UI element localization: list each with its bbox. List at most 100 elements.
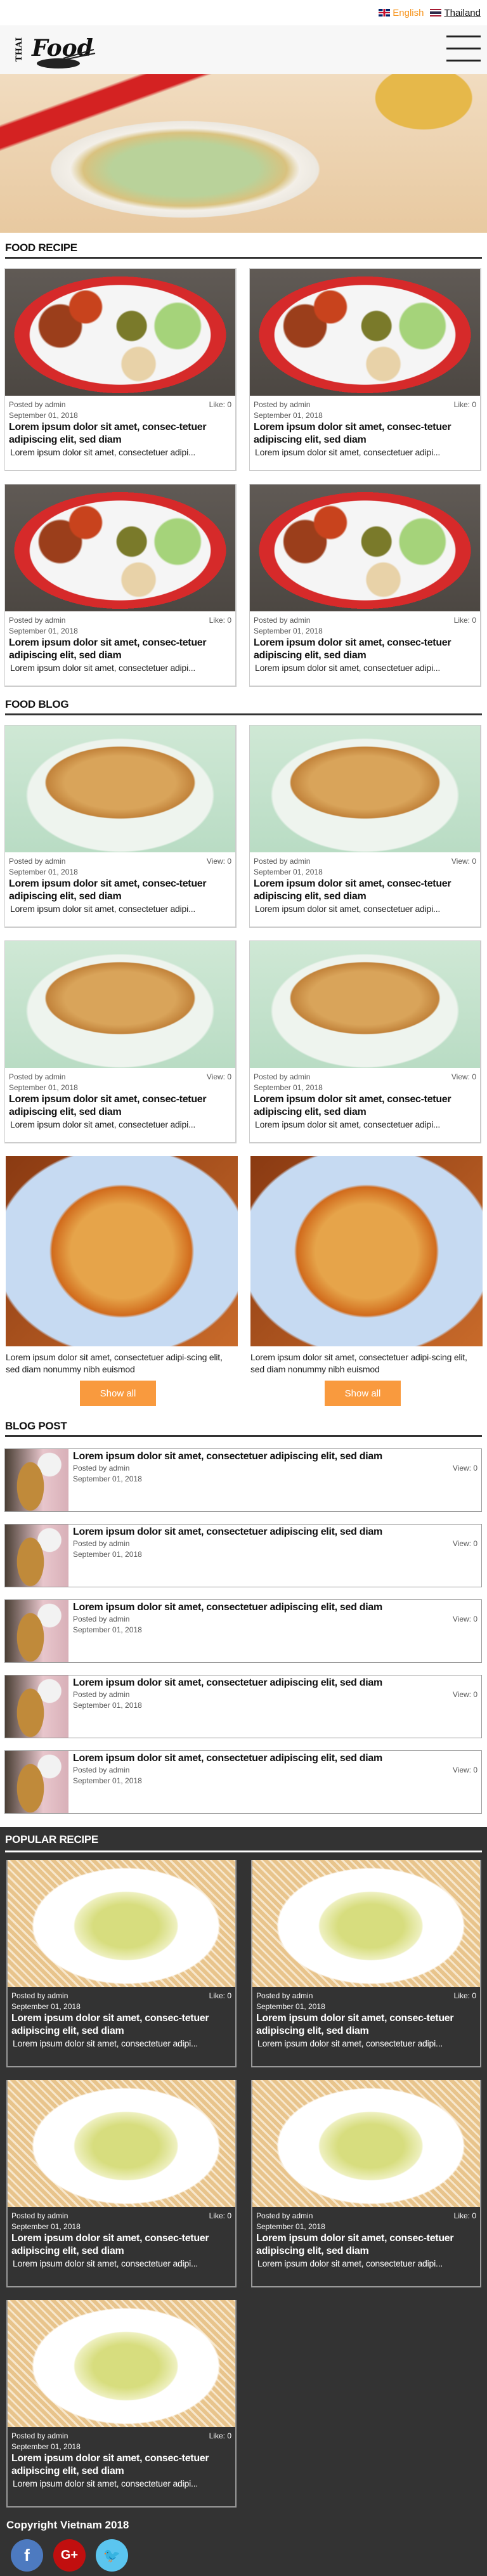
card-excerpt: Lorem ipsum dolor sit amet, consectetuer… bbox=[255, 663, 441, 673]
card-title[interactable]: Lorem ipsum dolor sit amet, consec-tetue… bbox=[254, 1093, 476, 1119]
post-thumbnail[interactable] bbox=[5, 1675, 68, 1738]
card-stat: View: 0 bbox=[451, 1072, 476, 1081]
recipe-card[interactable]: Posted by admin Like: 0 September 01, 201… bbox=[249, 268, 481, 471]
post-title[interactable]: Lorem ipsum dolor sit amet, consectetuer… bbox=[73, 1526, 477, 1538]
card-title[interactable]: Lorem ipsum dolor sit amet, consec-tetue… bbox=[9, 878, 231, 903]
card-image[interactable] bbox=[252, 2080, 480, 2207]
card-date: September 01, 2018 bbox=[254, 868, 323, 876]
featured-grid: Lorem ipsum dolor sit amet, consectetuer… bbox=[4, 1156, 487, 1406]
section-title-popular-recipe: POPULAR RECIPE bbox=[5, 1827, 482, 1852]
card-image[interactable] bbox=[8, 1860, 235, 1987]
post-views: View: 0 bbox=[452, 1539, 477, 1548]
uk-flag-icon bbox=[379, 9, 391, 16]
blog-card[interactable]: Posted by admin View: 0 September 01, 201… bbox=[4, 940, 237, 1143]
post-thumbnail[interactable] bbox=[5, 1600, 68, 1662]
blog-grid: Posted by admin View: 0 September 01, 201… bbox=[4, 725, 487, 1143]
card-title[interactable]: Lorem ipsum dolor sit amet, consec-tetue… bbox=[11, 2012, 231, 2038]
card-stat: Like: 0 bbox=[209, 616, 231, 625]
post-title[interactable]: Lorem ipsum dolor sit amet, consectetuer… bbox=[73, 1450, 477, 1463]
card-excerpt: Lorem ipsum dolor sit amet, consectetuer… bbox=[10, 447, 196, 457]
card-image[interactable] bbox=[250, 725, 480, 852]
post-thumbnail[interactable] bbox=[5, 1449, 68, 1511]
featured-image[interactable] bbox=[250, 1156, 483, 1346]
blog-post-item[interactable]: Lorem ipsum dolor sit amet, consectetuer… bbox=[4, 1599, 482, 1663]
section-title-food-recipe: FOOD RECIPE bbox=[5, 233, 482, 259]
featured-image[interactable] bbox=[6, 1156, 238, 1346]
card-date: September 01, 2018 bbox=[9, 1083, 78, 1092]
card-image[interactable] bbox=[5, 269, 235, 396]
card-image[interactable] bbox=[8, 2300, 235, 2427]
language-bar: English Thailand bbox=[0, 0, 487, 25]
card-title[interactable]: Lorem ipsum dolor sit amet, consec-tetue… bbox=[256, 2232, 476, 2258]
post-title[interactable]: Lorem ipsum dolor sit amet, consectetuer… bbox=[73, 1601, 477, 1614]
card-title[interactable]: Lorem ipsum dolor sit amet, consec-tetue… bbox=[9, 1093, 231, 1119]
popular-grid: Posted by admin Like: 0 September 01, 201… bbox=[6, 1860, 487, 2508]
facebook-icon[interactable]: f bbox=[11, 2539, 43, 2572]
card-image[interactable] bbox=[5, 485, 235, 611]
hamburger-menu-icon[interactable] bbox=[446, 36, 481, 62]
blog-post-list: Lorem ipsum dolor sit amet, consectetuer… bbox=[4, 1448, 482, 1814]
popular-card[interactable]: Posted by admin Like: 0 September 01, 201… bbox=[6, 1860, 237, 2067]
card-image[interactable] bbox=[5, 725, 235, 852]
card-date: September 01, 2018 bbox=[254, 1083, 323, 1092]
blog-card[interactable]: Posted by admin View: 0 September 01, 201… bbox=[249, 725, 481, 928]
card-image[interactable] bbox=[5, 941, 235, 1068]
blog-card[interactable]: Posted by admin View: 0 September 01, 201… bbox=[249, 940, 481, 1143]
card-excerpt: Lorem ipsum dolor sit amet, consectetuer… bbox=[255, 1119, 441, 1129]
featured-text: Lorem ipsum dolor sit amet, consectetuer… bbox=[6, 1352, 223, 1374]
blog-post-item[interactable]: Lorem ipsum dolor sit amet, consectetuer… bbox=[4, 1675, 482, 1738]
blog-post-item[interactable]: Lorem ipsum dolor sit amet, consectetuer… bbox=[4, 1524, 482, 1587]
card-author: Posted by admin bbox=[9, 1072, 66, 1081]
card-excerpt: Lorem ipsum dolor sit amet, consectetuer… bbox=[13, 2478, 198, 2488]
svg-text:THAI: THAI bbox=[15, 37, 24, 62]
card-title[interactable]: Lorem ipsum dolor sit amet, consec-tetue… bbox=[9, 421, 231, 446]
card-image[interactable] bbox=[250, 485, 480, 611]
card-date: September 01, 2018 bbox=[11, 2442, 81, 2451]
card-author: Posted by admin bbox=[11, 2211, 68, 2220]
card-title[interactable]: Lorem ipsum dolor sit amet, consec-tetue… bbox=[9, 637, 231, 662]
show-all-button[interactable]: Show all bbox=[80, 1381, 156, 1406]
card-title[interactable]: Lorem ipsum dolor sit amet, consec-tetue… bbox=[254, 421, 476, 446]
card-title[interactable]: Lorem ipsum dolor sit amet, consec-tetue… bbox=[254, 878, 476, 903]
featured-text: Lorem ipsum dolor sit amet, consectetuer… bbox=[250, 1352, 467, 1374]
post-thumbnail[interactable] bbox=[5, 1751, 68, 1813]
post-author: Posted by admin bbox=[73, 1615, 130, 1623]
card-image[interactable] bbox=[250, 941, 480, 1068]
blog-card[interactable]: Posted by admin View: 0 September 01, 201… bbox=[4, 725, 237, 928]
card-image[interactable] bbox=[252, 1860, 480, 1987]
recipe-card[interactable]: Posted by admin Like: 0 September 01, 201… bbox=[4, 484, 237, 687]
post-thumbnail[interactable] bbox=[5, 1525, 68, 1587]
language-english-link[interactable]: English bbox=[379, 8, 424, 18]
recipe-card[interactable]: Posted by admin Like: 0 September 01, 201… bbox=[4, 268, 237, 471]
popular-card[interactable]: Posted by admin Like: 0 September 01, 201… bbox=[251, 2080, 481, 2287]
twitter-icon[interactable]: 🐦 bbox=[96, 2539, 128, 2572]
card-date: September 01, 2018 bbox=[11, 2222, 81, 2231]
recipe-card[interactable]: Posted by admin Like: 0 September 01, 201… bbox=[249, 484, 481, 687]
google-plus-icon[interactable]: G+ bbox=[53, 2539, 86, 2572]
blog-post-item[interactable]: Lorem ipsum dolor sit amet, consectetuer… bbox=[4, 1750, 482, 1814]
card-title[interactable]: Lorem ipsum dolor sit amet, consec-tetue… bbox=[11, 2232, 231, 2258]
post-views: View: 0 bbox=[452, 1766, 477, 1774]
svg-text:Food: Food bbox=[31, 35, 93, 62]
blog-post-item[interactable]: Lorem ipsum dolor sit amet, consectetuer… bbox=[4, 1448, 482, 1512]
card-excerpt: Lorem ipsum dolor sit amet, consectetuer… bbox=[255, 904, 441, 914]
popular-card[interactable]: Posted by admin Like: 0 September 01, 201… bbox=[251, 1860, 481, 2067]
card-image[interactable] bbox=[8, 2080, 235, 2207]
card-excerpt: Lorem ipsum dolor sit amet, consectetuer… bbox=[10, 904, 196, 914]
post-title[interactable]: Lorem ipsum dolor sit amet, consectetuer… bbox=[73, 1752, 477, 1765]
show-all-button[interactable]: Show all bbox=[325, 1381, 401, 1406]
post-author: Posted by admin bbox=[73, 1464, 130, 1473]
thailand-flag-icon bbox=[430, 9, 442, 16]
card-title[interactable]: Lorem ipsum dolor sit amet, consec-tetue… bbox=[254, 637, 476, 662]
popular-card[interactable]: Posted by admin Like: 0 September 01, 201… bbox=[6, 2300, 237, 2508]
section-title-food-blog: FOOD BLOG bbox=[5, 689, 482, 715]
card-stat: Like: 0 bbox=[209, 2431, 231, 2440]
card-image[interactable] bbox=[250, 269, 480, 396]
thai-food-logo[interactable]: THAI Food bbox=[13, 30, 96, 70]
popular-card[interactable]: Posted by admin Like: 0 September 01, 201… bbox=[6, 2080, 237, 2287]
card-excerpt: Lorem ipsum dolor sit amet, consectetuer… bbox=[257, 2258, 443, 2268]
post-title[interactable]: Lorem ipsum dolor sit amet, consectetuer… bbox=[73, 1677, 477, 1689]
card-title[interactable]: Lorem ipsum dolor sit amet, consec-tetue… bbox=[256, 2012, 476, 2038]
card-title[interactable]: Lorem ipsum dolor sit amet, consec-tetue… bbox=[11, 2452, 231, 2478]
language-thailand-link[interactable]: Thailand bbox=[430, 8, 481, 18]
